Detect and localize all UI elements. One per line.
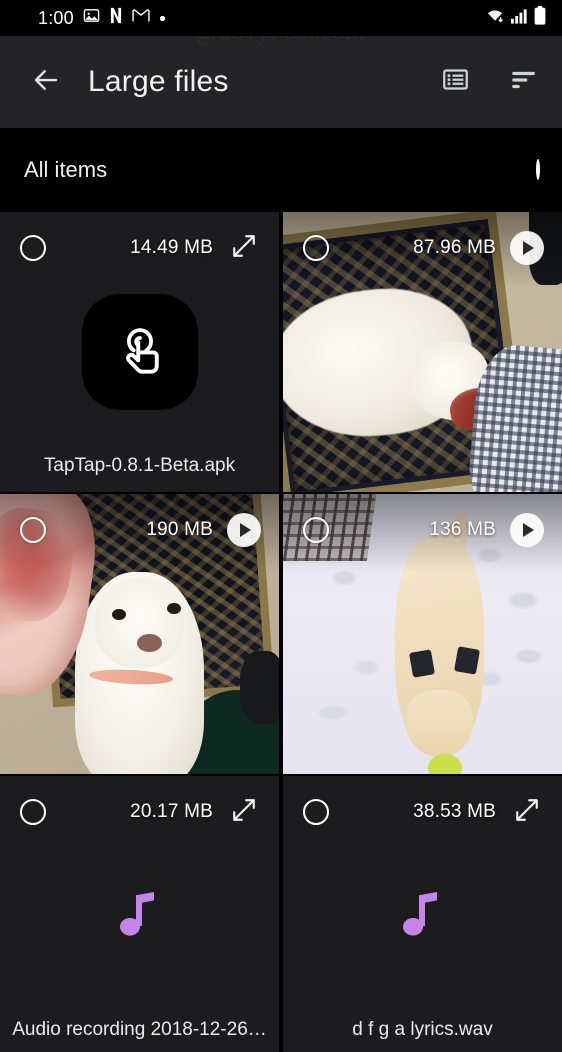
status-bar-right <box>485 6 546 30</box>
battery-icon <box>534 6 546 30</box>
grid-item-overlay: 14.49 MB <box>0 212 279 284</box>
music-note-icon <box>118 888 162 945</box>
item-size-label: 20.17 MB <box>130 801 213 822</box>
grid-item-overlay: 190 MB <box>0 494 279 566</box>
expand-button[interactable] <box>227 795 261 829</box>
expand-icon <box>231 233 257 264</box>
app-bar: Large files <box>0 36 562 128</box>
netflix-icon <box>109 7 123 29</box>
item-select-radio[interactable] <box>20 799 46 825</box>
expand-button[interactable] <box>227 231 261 265</box>
grid-item-audio-2[interactable]: 38.53 MB d f g a lyrics.wav <box>283 776 562 1052</box>
grid-item-video-3[interactable]: 136 MB <box>283 494 562 774</box>
sort-button[interactable] <box>506 65 540 99</box>
item-size-label: 136 MB <box>429 519 496 540</box>
play-button[interactable] <box>227 513 261 547</box>
grid-item-apk[interactable]: 14.49 MB TapTap-0.8.1-Beta.apk <box>0 212 279 492</box>
photos-icon <box>83 7 100 29</box>
status-bar-clock: 1:00 <box>38 7 74 28</box>
wifi-icon <box>485 7 505 29</box>
select-all-radio[interactable] <box>536 159 540 180</box>
item-size-label: 14.49 MB <box>130 237 213 258</box>
taptap-app-icon <box>81 294 198 410</box>
item-select-radio[interactable] <box>303 235 329 261</box>
expand-icon <box>231 797 257 828</box>
item-select-radio[interactable] <box>303 799 329 825</box>
item-select-radio[interactable] <box>20 517 46 543</box>
gmail-icon <box>132 8 150 28</box>
cellular-signal-icon <box>511 8 528 29</box>
item-select-radio[interactable] <box>20 235 46 261</box>
page-title: Large files <box>88 65 229 98</box>
status-bar: 1:00 <box>0 0 562 36</box>
play-icon <box>227 513 261 547</box>
play-icon <box>510 513 544 547</box>
item-size-label: 190 MB <box>146 519 213 540</box>
item-select-radio[interactable] <box>303 517 329 543</box>
back-button[interactable] <box>24 60 68 104</box>
grid-item-overlay: 38.53 MB <box>283 776 562 848</box>
play-icon <box>510 231 544 265</box>
play-button[interactable] <box>510 231 544 265</box>
item-name-label: TapTap-0.8.1-Beta.apk <box>43 455 236 476</box>
status-bar-left: 1:00 <box>38 7 166 29</box>
grid-item-overlay: 136 MB <box>283 494 562 566</box>
grid-item-audio-1[interactable]: 20.17 MB Audio recording 2018-12-26… <box>0 776 279 1052</box>
grid-item-video-1[interactable]: 87.96 MB <box>283 212 562 492</box>
sort-icon <box>509 68 537 97</box>
item-name-label: d f g a lyrics.wav <box>352 1019 493 1040</box>
grid-item-overlay: 87.96 MB <box>283 212 562 284</box>
list-view-icon <box>442 66 469 98</box>
app-screen: 1:00 Large files All items 14.49 MB TapT… <box>0 0 562 1052</box>
grid-item-video-2[interactable]: 190 MB <box>0 494 279 774</box>
back-arrow-icon <box>31 65 61 100</box>
expand-button[interactable] <box>510 795 544 829</box>
list-view-button[interactable] <box>438 65 472 99</box>
select-all-label: All items <box>24 157 108 182</box>
expand-icon <box>514 797 540 828</box>
file-grid: 14.49 MB TapTap-0.8.1-Beta.apk 87.96 MB … <box>0 212 562 1052</box>
item-size-label: 87.96 MB <box>413 237 496 258</box>
music-note-icon <box>401 888 445 945</box>
dot-icon <box>159 9 166 27</box>
select-all-bar[interactable]: All items <box>0 128 562 212</box>
item-size-label: 38.53 MB <box>413 801 496 822</box>
play-button[interactable] <box>510 513 544 547</box>
app-bar-actions <box>438 65 540 99</box>
grid-item-overlay: 20.17 MB <box>0 776 279 848</box>
item-name-label: Audio recording 2018-12-26… <box>12 1019 267 1040</box>
